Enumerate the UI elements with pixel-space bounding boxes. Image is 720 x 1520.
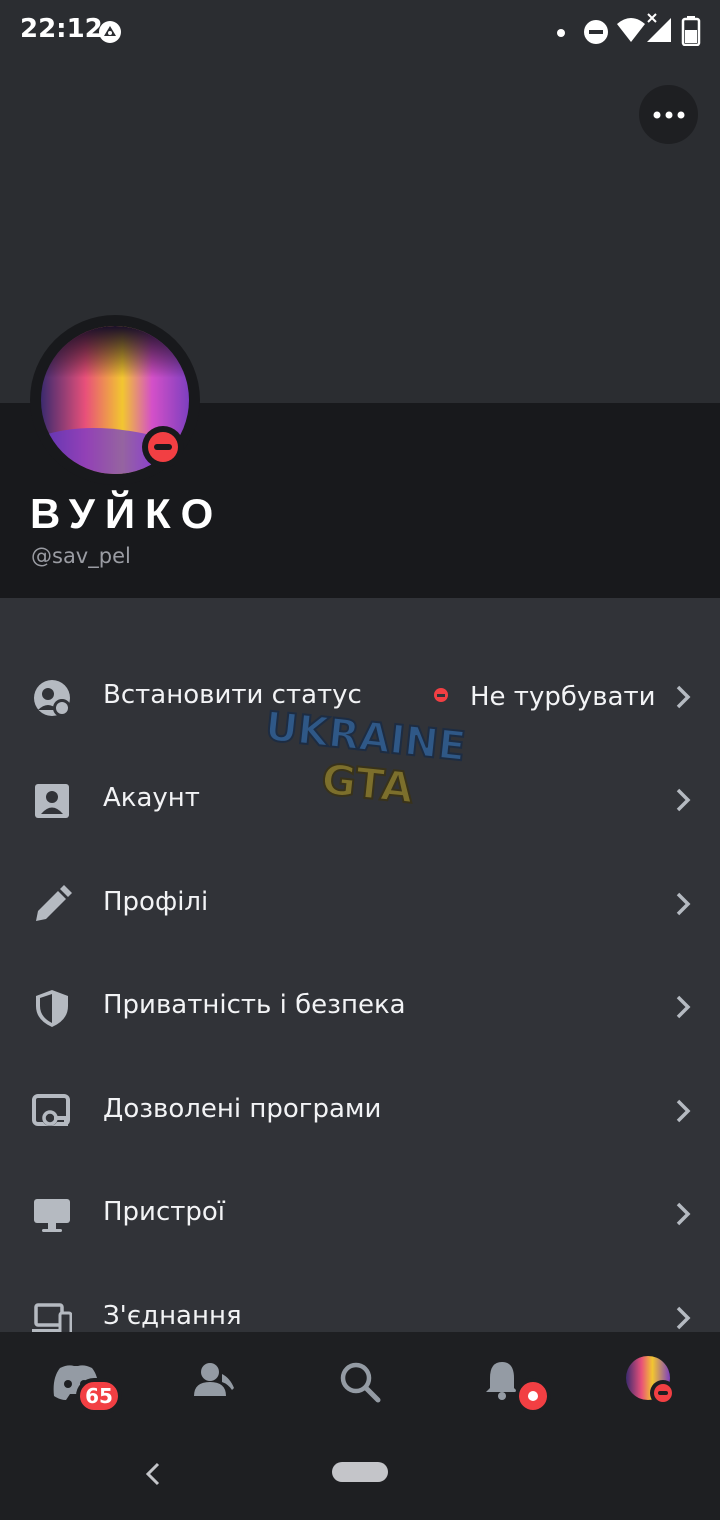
dot-icon	[557, 29, 565, 37]
settings-item-label: З'єднання	[103, 1301, 242, 1331]
settings-item-devices[interactable]: Пристрої	[0, 1161, 720, 1264]
wifi-icon	[617, 18, 645, 42]
chevron-right-icon	[676, 1099, 691, 1123]
notification-dot-badge	[515, 1378, 551, 1414]
settings-item-profiles[interactable]: Профілі	[0, 851, 720, 954]
shield-icon	[36, 990, 68, 1027]
dnd-indicator-icon	[434, 688, 448, 702]
chevron-right-icon	[676, 685, 691, 709]
display-name: ВУЙКО	[30, 490, 224, 537]
app-notification-icon	[99, 21, 121, 43]
settings-item-label: Дозволені програми	[103, 1094, 382, 1124]
username: @sav_pel	[31, 544, 131, 568]
dnd-status-badge	[142, 426, 184, 468]
friends-icon[interactable]	[184, 1352, 244, 1412]
back-chevron-icon[interactable]	[140, 1460, 168, 1488]
pencil-icon	[36, 885, 72, 921]
ukraine-gta-watermark: UKRAINE GTA	[262, 706, 467, 811]
settings-item-label: Пристрої	[103, 1197, 226, 1227]
settings-item-label: Акаунт	[103, 783, 200, 813]
system-navigation-bar	[0, 1430, 720, 1520]
more-options-button[interactable]	[639, 85, 698, 144]
more-dots-icon	[653, 111, 684, 118]
settings-item-label: Профілі	[103, 887, 209, 917]
monitor-icon	[34, 1199, 70, 1232]
settings-item-authorized-apps[interactable]: Дозволені програми	[0, 1058, 720, 1161]
chevron-right-icon	[676, 892, 691, 916]
home-gesture-pill[interactable]	[332, 1462, 388, 1482]
chevron-right-icon	[676, 1306, 691, 1330]
dnd-status-icon	[584, 20, 608, 44]
chevron-right-icon	[676, 995, 691, 1019]
apps-key-icon	[32, 1094, 70, 1126]
signal-icon	[647, 13, 671, 42]
settings-item-label: Приватність і безпека	[103, 990, 406, 1020]
clock: 22:12	[20, 14, 103, 44]
nav-dnd-badge	[650, 1380, 676, 1406]
chevron-right-icon	[676, 1202, 691, 1226]
battery-icon	[681, 16, 701, 46]
search-icon[interactable]	[330, 1352, 390, 1412]
chevron-right-icon	[676, 788, 691, 812]
watermark-line2: GTA	[319, 754, 416, 811]
account-icon	[35, 784, 69, 818]
unread-count-badge: 65	[76, 1378, 122, 1414]
current-status-value: Не турбувати	[470, 682, 656, 712]
settings-item-privacy[interactable]: Приватність і безпека	[0, 954, 720, 1057]
status-bar: 22:12	[0, 0, 720, 64]
status-icon	[34, 680, 71, 717]
